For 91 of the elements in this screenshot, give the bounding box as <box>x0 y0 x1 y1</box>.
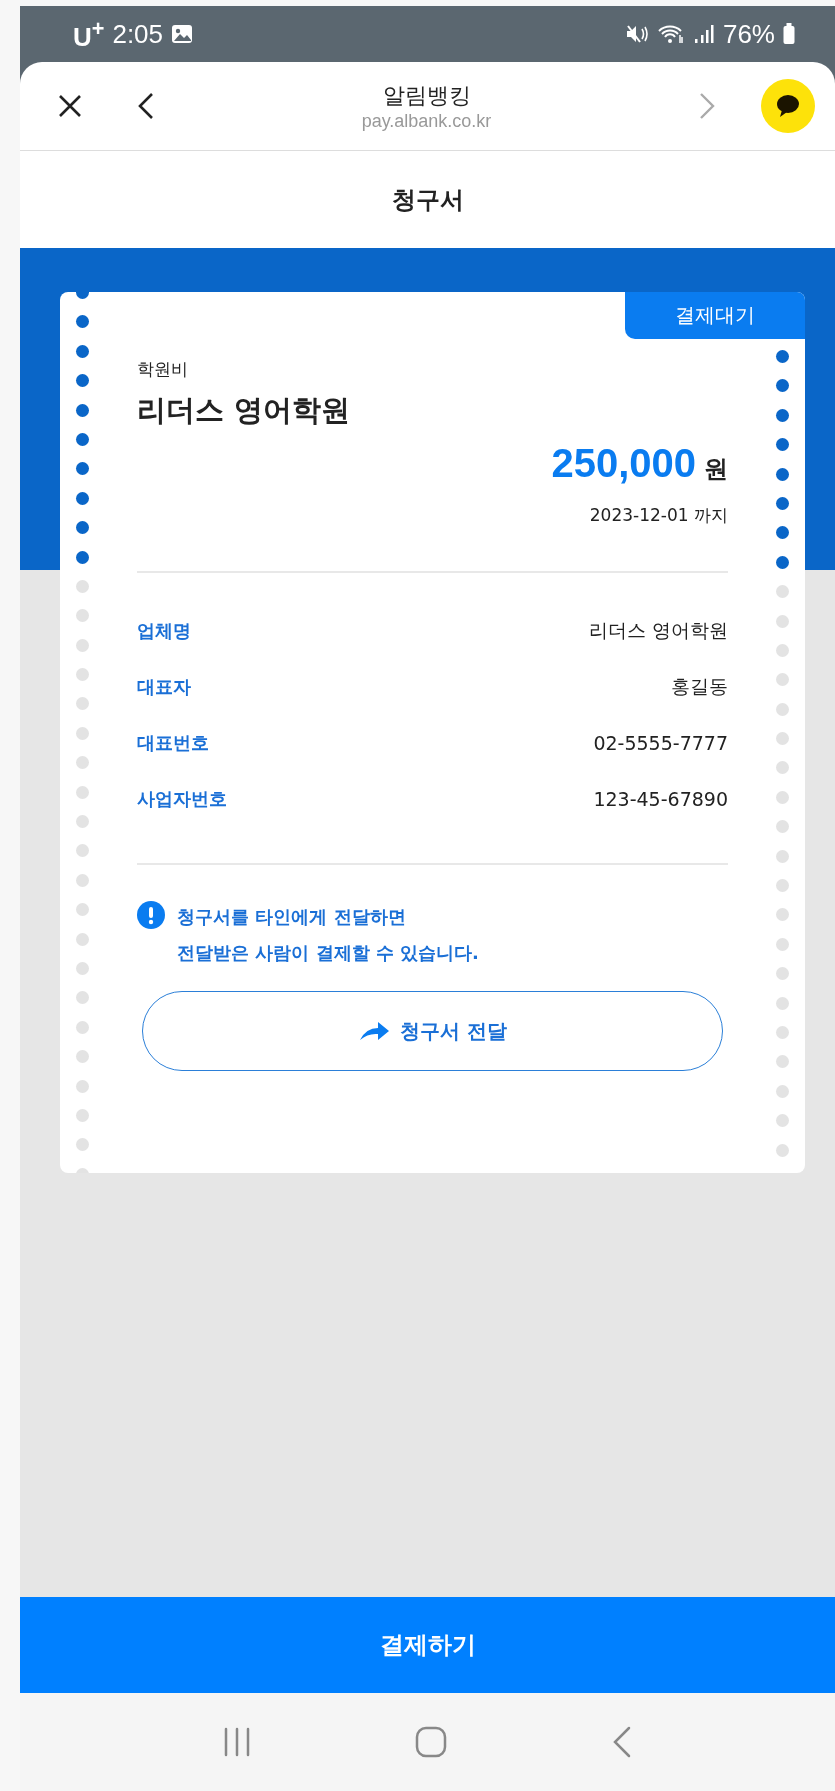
perforation-dot <box>776 350 789 363</box>
speech-bubble-icon <box>775 94 801 118</box>
perforation-dot <box>76 315 89 329</box>
perforation-dot <box>776 702 789 716</box>
due-date: 2023-12-01 까지 <box>589 504 728 527</box>
exclamation-icon <box>137 901 165 929</box>
perforation-dot <box>776 1114 789 1128</box>
clock-time: 2:05 <box>112 18 164 50</box>
page-title: 청구서 <box>391 184 464 216</box>
perforation-dot <box>776 820 789 834</box>
perforation-dot <box>76 962 89 975</box>
carrier-label: U$^{+}$ <box>73 15 105 53</box>
amount-value: 250,000 <box>551 441 696 486</box>
perforation-dot <box>76 579 89 593</box>
perforation-dot <box>776 438 789 452</box>
perforation-dot <box>76 815 89 829</box>
signal-icon <box>692 24 715 44</box>
perforation-dot <box>776 937 789 951</box>
wifi-icon <box>656 24 685 44</box>
detail-label: 사업자번호 <box>137 787 227 811</box>
chat-button[interactable] <box>761 79 815 133</box>
perforation-dot <box>76 1138 89 1152</box>
perforation-dot <box>76 491 89 505</box>
perforation-dot <box>776 555 789 569</box>
perforation-dot <box>76 726 89 740</box>
perforation-dot <box>76 991 89 1005</box>
pay-button[interactable]: 결제하기 <box>20 1597 835 1693</box>
perforation-dot <box>76 1050 89 1064</box>
detail-label: 대표번호 <box>137 731 209 755</box>
perforation-dot <box>776 379 789 393</box>
perforation-dot <box>76 1108 89 1122</box>
perforation-dot <box>776 761 789 775</box>
perforation-dot <box>76 550 89 564</box>
perforation-dot <box>76 873 89 887</box>
battery-percent: 76% <box>722 18 775 50</box>
merchant-name: 리더스 영어학원 <box>137 392 352 429</box>
perforation-dot <box>776 585 789 599</box>
perforation-dot <box>76 668 89 682</box>
perforation-dot <box>776 1026 789 1039</box>
perforation-dot <box>776 673 789 687</box>
perforation-dot <box>776 967 789 981</box>
notice-text: 청구서를 타인에게 전달하면 전달받은 사람이 결제할 수 있습니다. <box>177 905 479 965</box>
perforation-dot <box>776 614 789 628</box>
image-icon <box>171 24 194 44</box>
detail-value: 02-5555-7777 <box>593 732 728 754</box>
perforation-dot <box>776 1084 789 1098</box>
perforation-dot <box>776 526 789 540</box>
forward-invoice-button[interactable]: 청구서 전달 <box>142 991 723 1071</box>
perforation-dot <box>76 1079 89 1093</box>
detail-value: 123-45-67890 <box>593 788 728 810</box>
site-url: pay.albank.co.kr <box>361 110 492 132</box>
perforation-dot <box>76 844 89 858</box>
battery-icon <box>783 23 795 45</box>
perforation-dot <box>776 643 789 657</box>
perforation-dot <box>776 496 789 510</box>
perforation-dot <box>76 374 89 388</box>
perforation-dot <box>776 879 789 893</box>
perforation-dot <box>776 908 789 922</box>
perforation-dot <box>76 344 89 358</box>
detail-value: 리더스 영어학원 <box>588 618 728 643</box>
perforation-dot <box>76 785 89 799</box>
perforation-dot <box>76 403 89 417</box>
status-badge: 결제대기 <box>625 292 805 339</box>
perforation-dot <box>76 638 89 652</box>
perforation-dot <box>776 1143 789 1157</box>
share-arrow-icon <box>358 1020 390 1042</box>
perforation-dot <box>776 467 789 481</box>
currency-unit: 원 <box>704 454 728 485</box>
invoice-category: 학원비 <box>137 358 189 381</box>
perforation-dot <box>76 1020 89 1034</box>
perforation-dot <box>776 849 789 863</box>
perforation-dot <box>776 1055 789 1069</box>
home-icon[interactable] <box>415 1726 448 1758</box>
detail-value: 홍길동 <box>671 674 728 699</box>
perforation-dot <box>76 697 89 711</box>
mute-icon <box>624 24 649 44</box>
perforation-dot <box>776 732 789 746</box>
perforation-dot <box>76 932 89 946</box>
perforation-dot <box>76 903 89 917</box>
perforation-dot <box>76 432 89 446</box>
back-button[interactable] <box>136 91 156 121</box>
detail-label: 업체명 <box>137 619 191 643</box>
perforation-dot <box>776 408 789 422</box>
perforation-dot <box>76 756 89 770</box>
perforation-dot <box>76 521 89 535</box>
perforation-dot <box>76 609 89 623</box>
perforation-dot <box>76 462 89 476</box>
perforation-dot <box>776 790 789 804</box>
site-title: 알림뱅킹 <box>382 81 471 110</box>
detail-label: 대표자 <box>137 675 191 699</box>
perforation-dot <box>776 996 789 1010</box>
